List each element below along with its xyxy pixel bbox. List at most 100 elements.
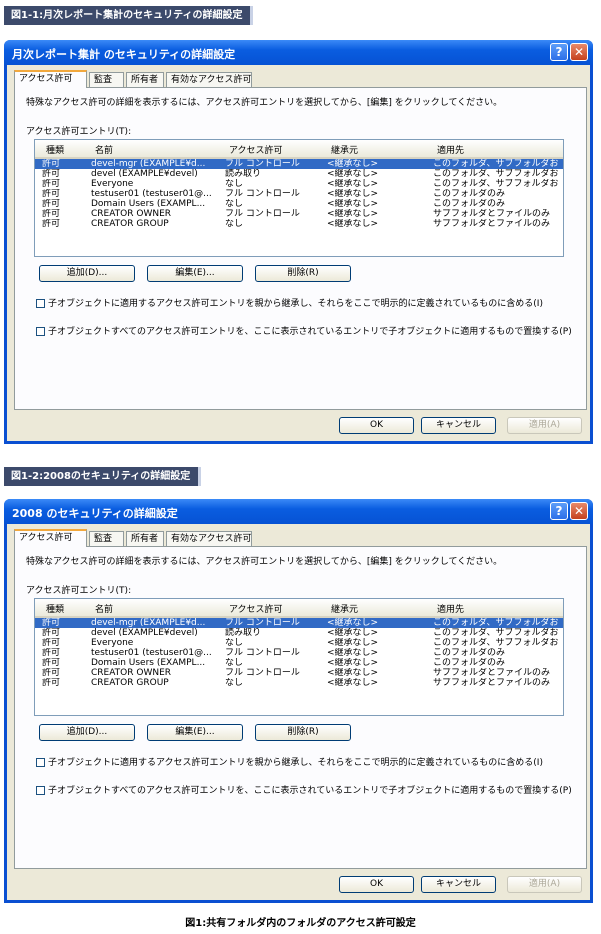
table-cell: なし [225,638,244,648]
inherit-checkbox[interactable] [36,299,45,308]
add-button[interactable]: 追加(D)... [39,724,135,741]
table-cell: Everyone [91,179,134,189]
table-cell: 許可 [42,638,61,648]
tab-effective-permissions[interactable]: 有効なアクセス許可 [166,531,252,546]
column-header[interactable]: 継承元 [331,143,358,156]
permissions-panel: 特殊なアクセス許可の詳細を表示するには、アクセス許可エントリを選択してから、[編… [14,546,587,869]
cancel-button[interactable]: キャンセル [421,876,496,893]
table-cell: 許可 [42,179,61,189]
table-row[interactable]: 許可 Domain Users (EXAMPL... なし <継承なし> このフォルダの… [35,199,563,209]
table-cell: なし [225,179,244,189]
table-cell: このフォルダ、サブフォルダお... [433,618,558,628]
edit-button[interactable]: 編集(E)... [147,265,243,282]
inherit-checkbox[interactable] [36,758,45,767]
tab-owner[interactable]: 所有者 [126,72,164,87]
tab-auditing[interactable]: 監査 [89,72,124,87]
add-button[interactable]: 追加(D)... [39,265,135,282]
table-cell: devel-mgr (EXAMPLE¥d... [91,618,206,628]
table-row[interactable]: 許可 testuser01 (testuser01@... フル コントロール <継承… [35,648,563,658]
window-title: 2008 のセキュリティの詳細設定 [12,507,178,520]
ok-button[interactable]: OK [339,417,414,434]
table-cell: サブフォルダとファイルのみ [433,668,551,678]
table-cell: <継承なし> [327,169,379,179]
replace-label: 子オブジェクトすべてのアクセス許可エントリを、ここに表示されているエントリで子オ… [48,786,572,796]
dialog-client: アクセス許可 監査 所有者 有効なアクセス許可 特殊なアクセス許可の詳細を表示するには、… [7,524,590,900]
table-cell: このフォルダのみ [433,648,506,658]
security-settings-window: 月次レポート集計 のセキュリティの詳細設定? ✕ アクセス許可 監査 所有者 有効なアクセ… [4,40,593,444]
apply-button[interactable]: 適用(A) [507,876,582,893]
table-cell: フル コントロール [225,618,300,628]
delete-button[interactable]: 削除(R) [255,265,351,282]
table-row[interactable]: 許可 CREATOR OWNER フル コントロール <継承なし> サブフォルダとファイ… [35,209,563,219]
table-cell: <継承なし> [327,209,379,219]
table-row[interactable]: 許可 testuser01 (testuser01@... フル コントロール <継承… [35,189,563,199]
replace-checkbox[interactable] [36,327,45,336]
replace-label: 子オブジェクトすべてのアクセス許可エントリを、ここに表示されているエントリで子オ… [48,327,572,337]
tab-permissions[interactable]: アクセス許可 [14,70,87,88]
table-row[interactable]: 許可 devel (EXAMPLE¥devel) 読み取り <継承なし> このフォルダ、… [35,169,563,179]
table-row[interactable]: 許可 CREATOR GROUP なし <継承なし> サブフォルダとファイルのみ [35,678,563,688]
table-cell: フル コントロール [225,668,300,678]
replace-option[interactable]: 子オブジェクトすべてのアクセス許可エントリを、ここに表示されているエントリで子オ… [36,324,572,337]
table-row[interactable]: 許可 Everyone なし <継承なし> このフォルダ、サブフォルダお... [35,638,563,648]
table-cell: 読み取り [225,628,262,638]
tab-effective-permissions[interactable]: 有効なアクセス許可 [166,72,252,87]
table-row[interactable]: 許可 CREATOR GROUP なし <継承なし> サブフォルダとファイルのみ [35,219,563,229]
close-icon[interactable]: ✕ [570,502,588,520]
column-header[interactable]: 適用先 [437,143,464,156]
column-header[interactable]: アクセス許可 [229,143,283,156]
table-cell: フル コントロール [225,159,300,169]
table-cell: <継承なし> [327,628,379,638]
column-header[interactable]: アクセス許可 [229,602,283,615]
table-row[interactable]: 許可 devel (EXAMPLE¥devel) 読み取り <継承なし> このフォルダ、… [35,628,563,638]
inherit-option[interactable]: 子オブジェクトに適用するアクセス許可エントリを親から継承し、それらをここで明示的… [36,755,543,768]
title-bar: 2008 のセキュリティの詳細設定? ✕ [4,499,593,524]
table-row[interactable]: 許可 devel-mgr (EXAMPLE¥d... フル コントロール <継承なし>… [35,159,563,169]
tab-auditing[interactable]: 監査 [89,531,124,546]
ok-button[interactable]: OK [339,876,414,893]
table-cell: 許可 [42,159,61,169]
screenshot-caption: 図1-1:月次レポート集計のセキュリティの詳細設定 [4,6,254,25]
table-row[interactable]: 許可 Everyone なし <継承なし> このフォルダ、サブフォルダお... [35,179,563,189]
column-header[interactable]: 種類 [46,602,64,615]
table-row[interactable]: 許可 CREATOR OWNER フル コントロール <継承なし> サブフォルダとファイ… [35,668,563,678]
table-cell: CREATOR OWNER [91,668,172,678]
edit-button[interactable]: 編集(E)... [147,724,243,741]
permission-entries-label: アクセス許可エントリ(T): [26,127,132,137]
replace-checkbox[interactable] [36,786,45,795]
table-cell: CREATOR OWNER [91,209,172,219]
description-text: 特殊なアクセス許可の詳細を表示するには、アクセス許可エントリを選択してから、[編… [26,557,503,567]
table-cell: devel-mgr (EXAMPLE¥d... [91,159,206,169]
cancel-button[interactable]: キャンセル [421,417,496,434]
table-cell: フル コントロール [225,209,300,219]
inherit-option[interactable]: 子オブジェクトに適用するアクセス許可エントリを親から継承し、それらをここで明示的… [36,296,543,309]
permission-entries-list[interactable]: 種類 名前 アクセス許可 継承元 適用先許可 devel-mgr (EXAMPLE¥d..… [34,139,564,257]
table-cell: 読み取り [225,169,262,179]
column-header[interactable]: 名前 [95,602,113,615]
table-row[interactable]: 許可 devel-mgr (EXAMPLE¥d... フル コントロール <継承なし>… [35,618,563,628]
column-header[interactable]: 適用先 [437,602,464,615]
table-cell: このフォルダのみ [433,199,506,209]
tab-permissions[interactable]: アクセス許可 [14,529,87,547]
help-icon[interactable]: ? [550,43,568,61]
table-cell: <継承なし> [327,638,379,648]
delete-button[interactable]: 削除(R) [255,724,351,741]
column-header[interactable]: 継承元 [331,602,358,615]
permission-entries-list[interactable]: 種類 名前 アクセス許可 継承元 適用先許可 devel-mgr (EXAMPLE¥d..… [34,598,564,716]
tab-owner[interactable]: 所有者 [126,531,164,546]
table-cell: <継承なし> [327,159,379,169]
table-cell: このフォルダのみ [433,658,506,668]
table-cell: <継承なし> [327,678,379,688]
apply-button[interactable]: 適用(A) [507,417,582,434]
column-header[interactable]: 種類 [46,143,64,156]
table-row[interactable]: 許可 Domain Users (EXAMPL... なし <継承なし> このフォルダの… [35,658,563,668]
table-cell: フル コントロール [225,648,300,658]
table-cell: testuser01 (testuser01@... [91,189,212,199]
column-header[interactable]: 名前 [95,143,113,156]
table-cell: 許可 [42,658,61,668]
help-icon[interactable]: ? [550,502,568,520]
dialog-client: アクセス許可 監査 所有者 有効なアクセス許可 特殊なアクセス許可の詳細を表示するには、… [7,65,590,441]
replace-option[interactable]: 子オブジェクトすべてのアクセス許可エントリを、ここに表示されているエントリで子オ… [36,783,572,796]
permissions-panel: 特殊なアクセス許可の詳細を表示するには、アクセス許可エントリを選択してから、[編… [14,87,587,410]
close-icon[interactable]: ✕ [570,43,588,61]
